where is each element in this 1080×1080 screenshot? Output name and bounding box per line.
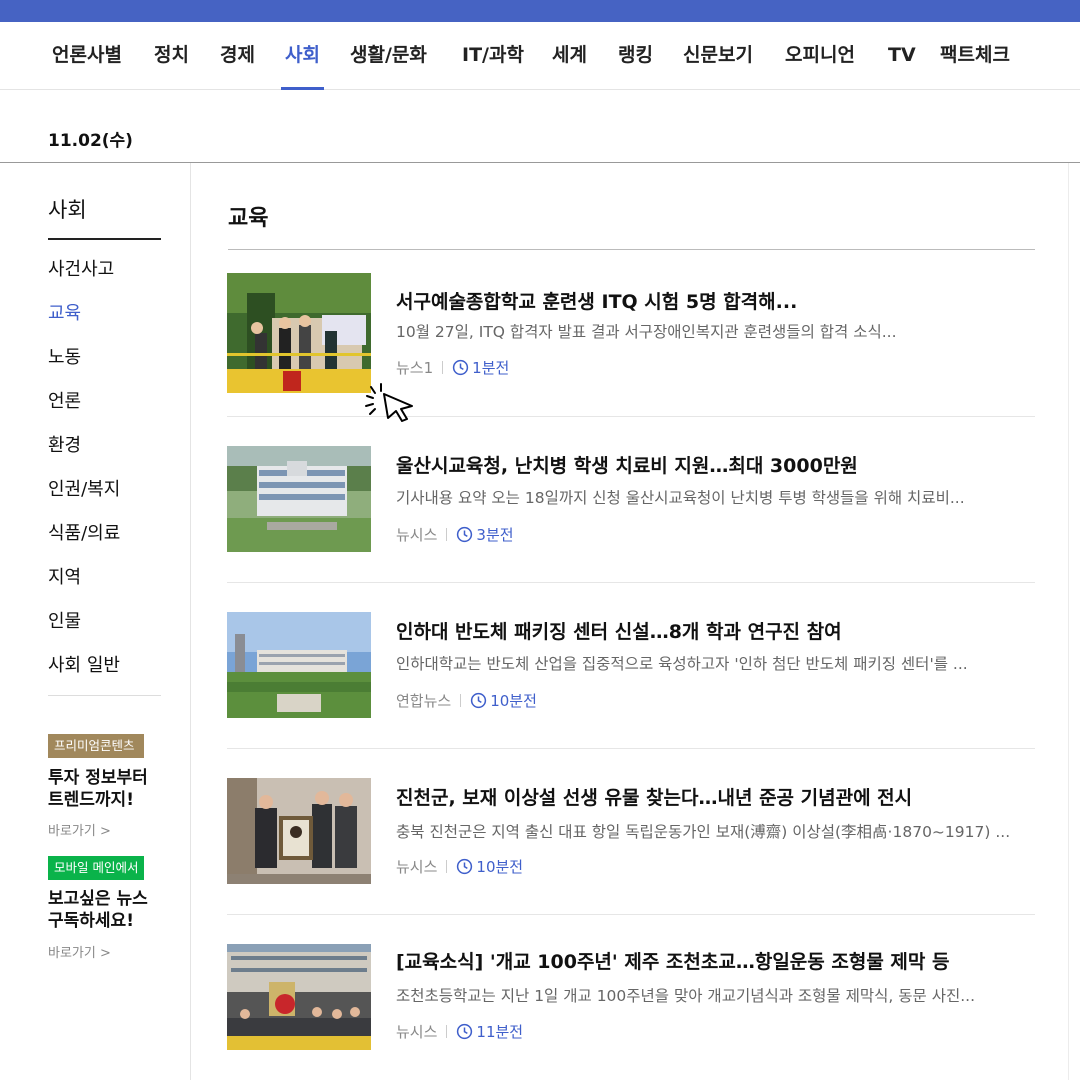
article-thumbnail[interactable] xyxy=(227,446,371,566)
premium-go-link[interactable]: 바로가기 > xyxy=(48,820,111,839)
article-divider xyxy=(227,748,1035,749)
article-thumbnail[interactable] xyxy=(227,778,371,898)
article-summary[interactable]: 기사내용 요약 오는 18일까지 신청 울산시교육청이 난치병 투병 학생들을 … xyxy=(396,486,1032,508)
article-summary[interactable]: 충북 진천군은 지역 출신 대표 항일 독립운동가인 보재(溥齋) 이상설(李相… xyxy=(396,820,1032,842)
article-item: 진천군, 보재 이상설 선생 유물 찾는다…내년 준공 기념관에 전시 충북 진… xyxy=(227,778,1035,944)
sidebar-item-people[interactable]: 인물 xyxy=(48,607,81,633)
sidebar-item-accident[interactable]: 사건사고 xyxy=(48,255,114,281)
nav-item-newspaper[interactable]: 신문보기 xyxy=(683,22,753,90)
nav-item-life[interactable]: 생활/문화 xyxy=(350,22,427,90)
article-time-label: 10분전 xyxy=(490,692,537,710)
article-time-label: 3분전 xyxy=(476,526,514,544)
meta-divider xyxy=(446,528,448,541)
article-meta: 뉴스1 1분전 xyxy=(396,357,509,378)
nav-item-politics[interactable]: 정치 xyxy=(154,22,189,90)
article-time-label: 1분전 xyxy=(472,359,510,377)
article-title[interactable]: [교육소식] '개교 100주년' 제주 조천초교…항일운동 조형물 제막 등 xyxy=(396,947,950,974)
article-time: 10분전 xyxy=(456,856,523,877)
article-time: 10분전 xyxy=(470,690,537,711)
article-thumbnail[interactable] xyxy=(227,944,371,1064)
sidebar-separator xyxy=(48,695,161,696)
top-brand-bar xyxy=(0,0,1080,22)
article-time-label: 10분전 xyxy=(476,858,524,876)
article-meta: 뉴시스 11분전 xyxy=(396,1021,523,1042)
page-date: 11.02(수) xyxy=(48,131,133,151)
article-source[interactable]: 뉴시스 xyxy=(396,856,437,877)
right-column-divider xyxy=(1068,163,1069,1080)
sidebar-item-food-medical[interactable]: 식품/의료 xyxy=(48,519,120,545)
article-title[interactable]: 인하대 반도체 패키징 센터 신설…8개 학과 연구진 참여 xyxy=(396,617,842,644)
article-source[interactable]: 뉴스1 xyxy=(396,357,433,378)
article-item: 울산시교육청, 난치병 학생 치료비 지원…최대 3000만원 기사내용 요약 … xyxy=(227,446,1035,612)
article-summary[interactable]: 10월 27일, ITQ 합격자 발표 결과 서구장애인복지관 훈련생들의 합격… xyxy=(396,320,1032,342)
article-item: [교육소식] '개교 100주년' 제주 조천초교…항일운동 조형물 제막 등 … xyxy=(227,944,1035,1080)
article-summary[interactable]: 인하대학교는 반도체 산업을 집중적으로 육성하고자 '인하 첨단 반도체 패키… xyxy=(396,652,1032,674)
article-meta: 연합뉴스 10분전 xyxy=(396,690,537,711)
article-title[interactable]: 진천군, 보재 이상설 선생 유물 찾는다…내년 준공 기념관에 전시 xyxy=(396,783,912,810)
meta-divider xyxy=(446,1025,448,1038)
nav-item-world[interactable]: 세계 xyxy=(552,22,587,90)
article-title[interactable]: 울산시교육청, 난치병 학생 치료비 지원…최대 3000만원 xyxy=(396,451,858,478)
meta-divider xyxy=(460,694,462,707)
article-title[interactable]: 서구예술종합학교 훈련생 ITQ 시험 5명 합격해... xyxy=(396,287,797,314)
mobile-badge: 모바일 메인에서 xyxy=(48,856,144,880)
nav-item-economy[interactable]: 경제 xyxy=(220,22,255,90)
mobile-go-link[interactable]: 바로가기 > xyxy=(48,942,111,961)
sidebar-title-underline xyxy=(48,238,161,240)
sidebar-divider xyxy=(190,163,191,1080)
sidebar-item-media[interactable]: 언론 xyxy=(48,387,81,413)
article-source[interactable]: 뉴시스 xyxy=(396,1021,437,1042)
meta-divider xyxy=(442,361,444,374)
date-divider xyxy=(0,162,1080,163)
clock-icon xyxy=(457,858,473,875)
nav-item-opinion[interactable]: 오피니언 xyxy=(785,22,855,90)
premium-promo-text[interactable]: 투자 정보부터 트렌드까지! xyxy=(48,767,168,811)
nav-item-ranking[interactable]: 랭킹 xyxy=(618,22,653,90)
article-time: 1분전 xyxy=(452,357,509,378)
clock-icon xyxy=(457,1023,473,1040)
hand-pointer-icon xyxy=(365,383,413,422)
clock-icon xyxy=(471,692,487,709)
clock-icon xyxy=(457,526,473,543)
article-divider xyxy=(227,416,1035,417)
sidebar-title: 사회 xyxy=(48,198,87,222)
section-title-underline xyxy=(228,249,1035,250)
article-divider xyxy=(227,582,1035,583)
nav-item-it[interactable]: IT/과학 xyxy=(462,22,524,90)
meta-divider xyxy=(446,860,448,873)
sidebar-item-education[interactable]: 교육 xyxy=(48,299,81,325)
premium-badge: 프리미엄콘텐츠 xyxy=(48,734,144,758)
article-source[interactable]: 뉴시스 xyxy=(396,524,437,545)
article-time: 3분전 xyxy=(456,524,514,545)
article-time: 11분전 xyxy=(456,1021,523,1042)
sidebar-item-region[interactable]: 지역 xyxy=(48,563,81,589)
article-divider xyxy=(227,914,1035,915)
sidebar-item-labor[interactable]: 노동 xyxy=(48,343,81,369)
nav-item-society[interactable]: 사회 xyxy=(281,22,324,90)
article-thumbnail[interactable] xyxy=(227,612,371,732)
nav-item-factcheck[interactable]: 팩트체크 xyxy=(940,22,1010,90)
article-thumbnail[interactable] xyxy=(227,273,371,393)
sidebar-item-welfare[interactable]: 인권/복지 xyxy=(48,475,120,501)
sidebar-item-general[interactable]: 사회 일반 xyxy=(48,651,120,677)
section-title: 교육 xyxy=(228,206,269,231)
main-nav: 언론사별 정치 경제 사회 생활/문화 IT/과학 세계 랭킹 신문보기 오피니… xyxy=(0,22,1080,90)
nav-item-tv[interactable]: TV xyxy=(888,22,916,90)
article-summary[interactable]: 조천초등학교는 지난 1일 개교 100주년을 맞아 개교기념식과 조형물 제막… xyxy=(396,984,1032,1006)
article-item: 서구예술종합학교 훈련생 ITQ 시험 5명 합격해... 10월 27일, I… xyxy=(227,272,1035,438)
article-time-label: 11분전 xyxy=(476,1023,524,1041)
sidebar-item-environment[interactable]: 환경 xyxy=(48,431,81,457)
article-item: 인하대 반도체 패키징 센터 신설…8개 학과 연구진 참여 인하대학교는 반도… xyxy=(227,612,1035,778)
nav-item-press[interactable]: 언론사별 xyxy=(52,22,122,90)
mobile-promo-text[interactable]: 보고싶은 뉴스 구독하세요! xyxy=(48,888,168,932)
clock-icon xyxy=(453,359,469,376)
article-source[interactable]: 연합뉴스 xyxy=(396,690,451,711)
article-meta: 뉴시스 10분전 xyxy=(396,856,523,877)
article-meta: 뉴시스 3분전 xyxy=(396,524,514,545)
